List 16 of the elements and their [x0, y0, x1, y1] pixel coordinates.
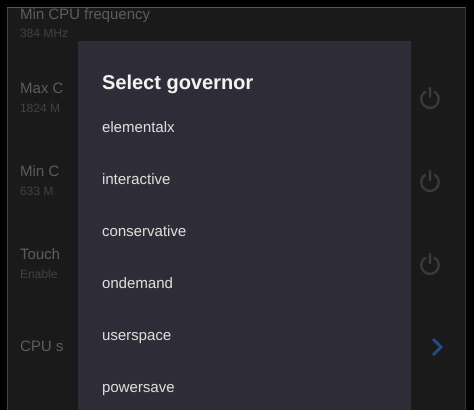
setting-title: Touch	[20, 246, 60, 263]
governor-option[interactable]: ondemand	[102, 257, 173, 309]
power-icon[interactable]	[417, 168, 443, 194]
governor-option[interactable]: elementalx	[102, 101, 175, 153]
setting-title: Max C	[20, 80, 64, 97]
setting-title: CPU s	[20, 338, 64, 355]
governor-option[interactable]: interactive	[102, 153, 170, 205]
setting-title: Min CPU frequency	[20, 8, 150, 22]
chevron-right-icon[interactable]	[431, 336, 443, 356]
power-icon[interactable]	[417, 250, 443, 276]
dialog-title: Select governor	[102, 71, 254, 96]
governor-option[interactable]: conservative	[102, 205, 186, 257]
governor-option[interactable]: userspace	[102, 309, 172, 361]
governor-option[interactable]: powersave	[102, 361, 175, 410]
power-icon[interactable]	[417, 84, 443, 110]
setting-title: Min C	[20, 163, 60, 180]
